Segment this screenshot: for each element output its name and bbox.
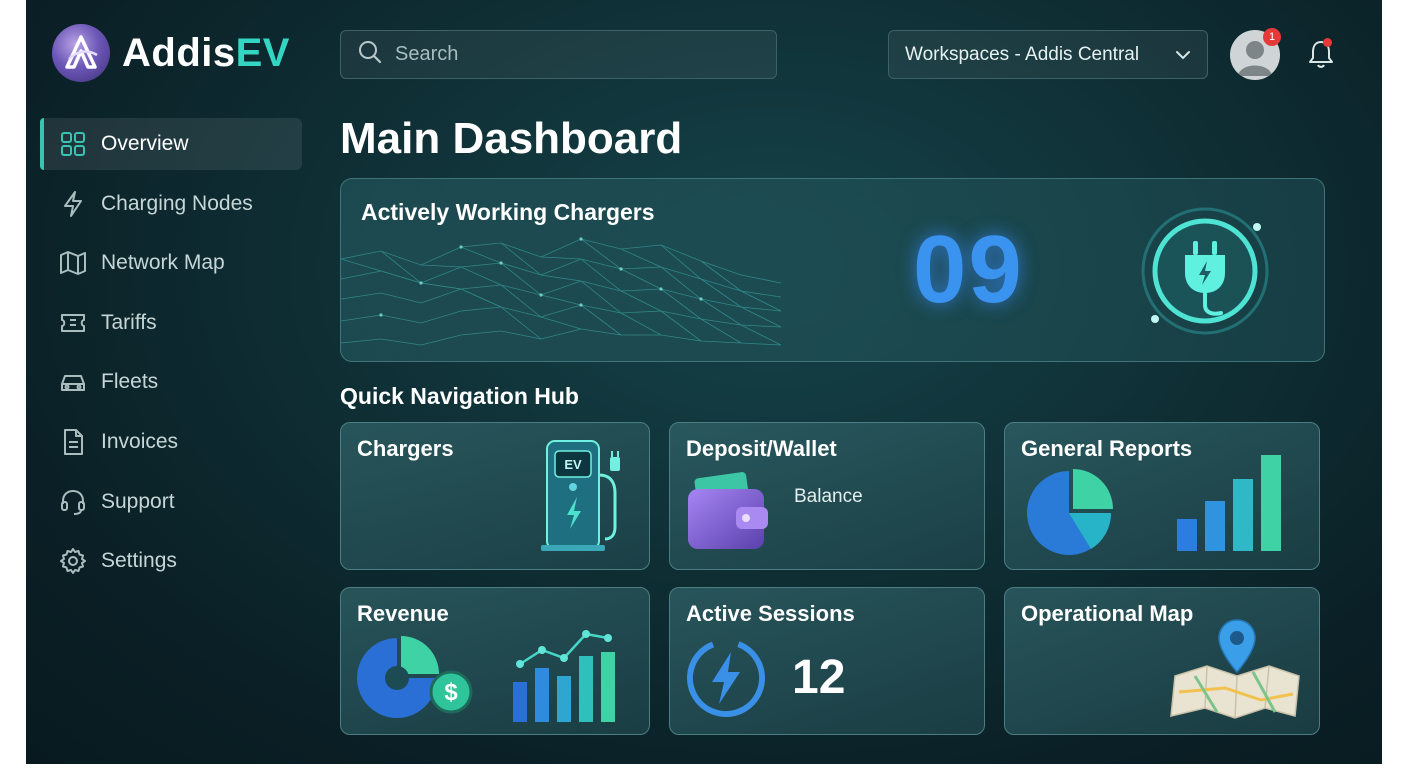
hero-title: Actively Working Chargers [361, 199, 655, 225]
workspace-label: Workspaces - Addis Central [905, 43, 1140, 65]
sidebar-item-label: Network Map [101, 251, 225, 275]
chargers-card[interactable]: Chargers EV [340, 422, 650, 570]
brand-logo[interactable]: AddisEV [52, 24, 290, 82]
bar-chart-icon [1177, 455, 1281, 551]
sidebar: Overview Charging Nodes Network Map Tari… [40, 118, 302, 595]
sidebar-item-label: Overview [101, 132, 189, 155]
app-window: AddisEV Workspaces - Addis Central 1 Ov [26, 0, 1382, 764]
dollar-symbol: $ [444, 679, 458, 706]
logo-mark-icon [52, 24, 110, 82]
sidebar-item-support[interactable]: Support [40, 476, 302, 528]
grid-icon [59, 130, 87, 158]
active-chargers-card[interactable]: Actively Working Chargers 09 [340, 178, 1325, 362]
hub-title: Quick Navigation Hub [340, 383, 579, 409]
sidebar-item-label: Settings [101, 549, 177, 573]
notification-count-badge: 1 [1263, 28, 1281, 46]
search-input[interactable] [395, 43, 755, 66]
plug-ring-icon [1141, 207, 1269, 335]
sidebar-item-invoices[interactable]: Invoices [40, 416, 302, 468]
ticket-icon [59, 309, 87, 337]
revenue-card[interactable]: Revenue $ [340, 587, 650, 735]
ev-label: EV [564, 457, 582, 472]
active-sessions-count: 12 [792, 651, 846, 704]
general-reports-card[interactable]: General Reports [1004, 422, 1320, 570]
sidebar-item-fleets[interactable]: Fleets [40, 356, 302, 408]
sidebar-item-label: Invoices [101, 429, 179, 453]
pie-chart-icon [1027, 469, 1113, 555]
brand-name-accent: EV [235, 30, 290, 75]
card-title: Active Sessions [686, 601, 855, 626]
wallet-card[interactable]: Deposit/Wallet Balance [669, 422, 985, 570]
operational-map-card[interactable]: Operational Map [1004, 587, 1320, 735]
card-title: Chargers [357, 436, 454, 461]
sidebar-item-overview[interactable]: Overview [40, 118, 302, 170]
card-title: General Reports [1021, 436, 1193, 461]
headset-icon [59, 488, 87, 516]
brand-name-main: Addis [122, 30, 236, 75]
document-icon [59, 428, 87, 456]
sidebar-item-tariffs[interactable]: Tariffs [40, 297, 302, 349]
sidebar-item-label: Charging Nodes [101, 191, 253, 215]
car-icon [59, 368, 87, 396]
revenue-pie-icon: $ [357, 636, 473, 718]
brand-name: AddisEV [122, 31, 290, 76]
sidebar-item-label: Support [101, 489, 175, 513]
ev-charger-icon: EV [541, 440, 620, 551]
wallet-icon [688, 472, 768, 549]
map-pin-icon [1170, 619, 1300, 719]
sidebar-item-label: Tariffs [101, 310, 157, 334]
search-icon [357, 39, 383, 70]
notification-dot [1323, 38, 1332, 47]
sidebar-item-label: Fleets [101, 370, 159, 394]
workspace-selector[interactable]: Workspaces - Addis Central [888, 30, 1208, 79]
lightning-ring-icon [687, 639, 765, 717]
sidebar-item-network-map[interactable]: Network Map [40, 237, 302, 289]
card-title: Revenue [357, 601, 449, 626]
sidebar-item-settings[interactable]: Settings [40, 535, 302, 587]
chevron-down-icon [1175, 44, 1191, 66]
lightning-icon [59, 190, 87, 218]
balance-label: Balance [794, 486, 863, 507]
active-chargers-count: 09 [913, 216, 1024, 323]
search-bar[interactable] [340, 30, 777, 79]
map-icon [59, 249, 87, 277]
active-sessions-card[interactable]: Active Sessions 12 [669, 587, 985, 735]
card-title: Deposit/Wallet [686, 436, 837, 461]
gear-icon [59, 547, 87, 575]
trend-bars-icon [513, 630, 615, 722]
page-title: Main Dashboard [340, 114, 683, 163]
sidebar-item-charging-nodes[interactable]: Charging Nodes [40, 178, 302, 230]
